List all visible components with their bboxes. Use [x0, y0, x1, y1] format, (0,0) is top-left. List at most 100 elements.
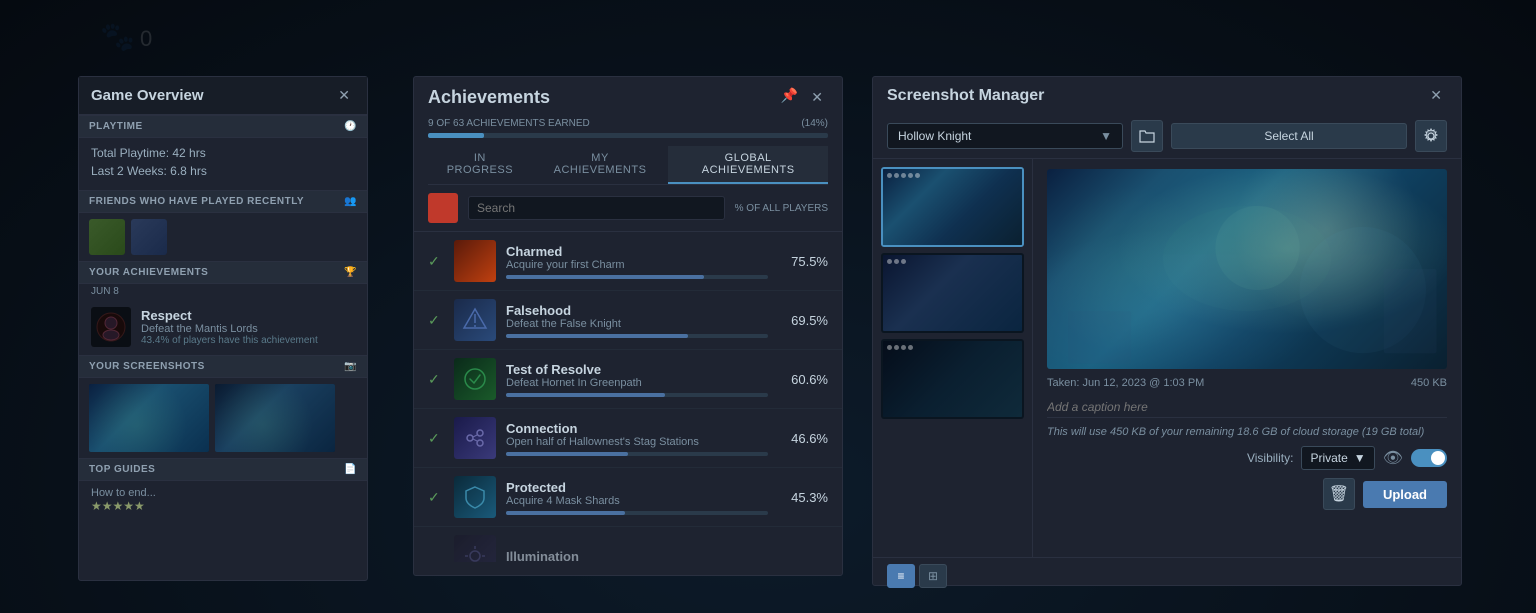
visibility-select[interactable]: Private ▼: [1301, 446, 1374, 470]
sm-close-button[interactable]: ✕: [1425, 85, 1447, 106]
achievement-name-connection: Connection: [506, 421, 768, 436]
achievements-panel: Achievements 📌 ✕ 9 OF 63 ACHIEVEMENTS EA…: [413, 76, 843, 576]
achievement-icon-illumination: [454, 535, 496, 562]
achievement-pct-resolve: 60.6%: [778, 372, 828, 387]
achievement-desc-connection: Open half of Hallownest's Stag Stations: [506, 436, 768, 448]
tab-my-achievements[interactable]: MY ACHIEVEMENTS: [534, 146, 667, 184]
delete-button[interactable]: 🗑: [1323, 478, 1355, 510]
guides-icon: 📄: [344, 464, 357, 475]
sm-thumbnail-2[interactable]: [881, 253, 1024, 333]
sm-preview-area: Taken: Jun 12, 2023 @ 1:03 PM 450 KB Thi…: [1033, 159, 1461, 557]
achievement-row[interactable]: ✓ Protected Acquire 4 Mask Shards 45.3%: [414, 468, 842, 527]
playtime-icon: 🕐: [344, 121, 357, 132]
select-all-label: Select All: [1264, 129, 1313, 143]
achievement-icon-falsehood: [454, 299, 496, 341]
screenshots-icon: 📷: [344, 361, 357, 372]
friends-list: [79, 213, 367, 261]
close-button[interactable]: ✕: [333, 85, 355, 106]
tabs-row: IN PROGRESS MY ACHIEVEMENTS GLOBAL ACHIE…: [428, 146, 828, 185]
storage-info: This will use 450 KB of your remaining 1…: [1047, 426, 1447, 438]
sm-thumbnail-1-inner: [883, 169, 1022, 245]
view-grid-button[interactable]: ⊞: [919, 564, 947, 588]
visibility-toggle[interactable]: [1411, 449, 1447, 467]
search-row: % OF ALL PLAYERS: [414, 185, 842, 232]
column-header: % OF ALL PLAYERS: [725, 203, 828, 214]
achievement-details: Falsehood Defeat the False Knight: [506, 303, 768, 338]
thumbnail-dots-2: [887, 259, 906, 264]
visibility-value: Private: [1310, 451, 1347, 465]
tab-global-achievements[interactable]: GLOBAL ACHIEVEMENTS: [668, 146, 828, 184]
sm-thumbnail-1[interactable]: [881, 167, 1024, 247]
achievement-name-resolve: Test of Resolve: [506, 362, 768, 377]
eye-icon: 👁: [1383, 448, 1403, 468]
achievement-desc-falsehood: Defeat the False Knight: [506, 318, 768, 330]
caption-input[interactable]: [1047, 397, 1447, 418]
select-all-button[interactable]: Select All: [1171, 123, 1407, 149]
view-list-button[interactable]: ≡: [887, 564, 915, 588]
your-achievements-header: YOUR ACHIEVEMENTS 🏆: [79, 261, 367, 284]
progress-bar-fill: [428, 133, 484, 138]
file-size: 450 KB: [1411, 377, 1447, 389]
achievement-row[interactable]: ✓ Charmed Acquire your first Charm 75.5%: [414, 232, 842, 291]
folder-button[interactable]: [1131, 120, 1163, 152]
playtime-section-header: PLAYTIME 🕐: [79, 115, 367, 138]
achievement-icon-box: [91, 307, 131, 347]
screenshot-thumb-1[interactable]: [89, 384, 209, 452]
achievement-name-charmed: Charmed: [506, 244, 768, 259]
achievement-bar-resolve: [506, 393, 768, 397]
paw-icon: 🐾: [100, 20, 135, 53]
achievement-details: Test of Resolve Defeat Hornet In Greenpa…: [506, 362, 768, 397]
settings-button[interactable]: [1415, 120, 1447, 152]
check-icon-empty: ✓: [428, 548, 444, 563]
achievement-row[interactable]: ✓ Test of Resolve Defeat Hornet In Green…: [414, 350, 842, 409]
upload-button[interactable]: Upload: [1363, 481, 1447, 508]
panel-header: Game Overview ✕: [79, 77, 367, 115]
achievement-details: Illumination: [506, 549, 828, 563]
sm-thumbnail-3[interactable]: [881, 339, 1024, 419]
search-input[interactable]: [468, 196, 725, 220]
pin-icon: 📌: [781, 87, 798, 108]
top-guides-label: TOP GUIDES: [89, 464, 155, 475]
screenshot-manager-panel: Screenshot Manager ✕ Hollow Knight ▼ Sel…: [872, 76, 1462, 586]
achievement-fill-charmed: [506, 275, 704, 279]
header-counter: 0: [140, 26, 152, 52]
friends-icon: 👥: [344, 196, 357, 207]
tab-in-progress[interactable]: IN PROGRESS: [428, 146, 532, 184]
view-toggle-row: ≡ ⊞: [873, 557, 1461, 594]
achievement-bar-charmed: [506, 275, 768, 279]
action-row: 🗑 Upload: [1047, 478, 1447, 510]
game-select-value: Hollow Knight: [898, 129, 971, 143]
achievement-row[interactable]: ✓ Connection Open half of Hallownest's S…: [414, 409, 842, 468]
achievement-icon-resolve: [454, 358, 496, 400]
guide-text: How to end...: [91, 487, 156, 499]
friends-label: FRIENDS WHO HAVE PLAYED RECENTLY: [89, 196, 304, 207]
achievements-close-button[interactable]: ✕: [806, 87, 828, 108]
achievement-info: Respect Defeat the Mantis Lords 43.4% of…: [141, 308, 355, 346]
top-guides-header: TOP GUIDES 📄: [79, 458, 367, 481]
header-icons: 📌 ✕: [781, 87, 828, 108]
achievement-row[interactable]: ✓ Falsehood Defeat the False Knight 69.5…: [414, 291, 842, 350]
screenshots-section-header: YOUR SCREENSHOTS 📷: [79, 355, 367, 378]
sm-title: Screenshot Manager: [887, 87, 1044, 105]
dropdown-arrow-icon: ▼: [1100, 129, 1112, 143]
recent-playtime: Last 2 Weeks: 6.8 hrs: [91, 164, 355, 178]
thumbnail-dots-3: [887, 345, 913, 350]
achievement-description: Defeat the Mantis Lords: [141, 323, 355, 335]
achievement-fill-falsehood: [506, 334, 688, 338]
achievement-desc-protected: Acquire 4 Mask Shards: [506, 495, 768, 507]
progress-bar-background: [428, 133, 828, 138]
achievement-fill-resolve: [506, 393, 665, 397]
achievement-row-illumination[interactable]: ✓ Illumination: [414, 527, 842, 562]
achievement-name-falsehood: Falsehood: [506, 303, 768, 318]
friend-avatar-2: [131, 219, 167, 255]
sm-thumbnails-list: [873, 159, 1033, 557]
achievements-header: Achievements 📌 ✕: [414, 77, 842, 114]
achievement-desc-charmed: Acquire your first Charm: [506, 259, 768, 271]
achievement-name-illumination: Illumination: [506, 549, 828, 563]
sm-header: Screenshot Manager ✕: [873, 77, 1461, 114]
game-select-dropdown[interactable]: Hollow Knight ▼: [887, 123, 1123, 149]
progress-container: 9 OF 63 ACHIEVEMENTS EARNED (14%): [428, 118, 828, 138]
progress-text: 9 OF 63 ACHIEVEMENTS EARNED: [428, 118, 590, 129]
achievement-details: Protected Acquire 4 Mask Shards: [506, 480, 768, 515]
screenshot-thumb-2[interactable]: [215, 384, 335, 452]
